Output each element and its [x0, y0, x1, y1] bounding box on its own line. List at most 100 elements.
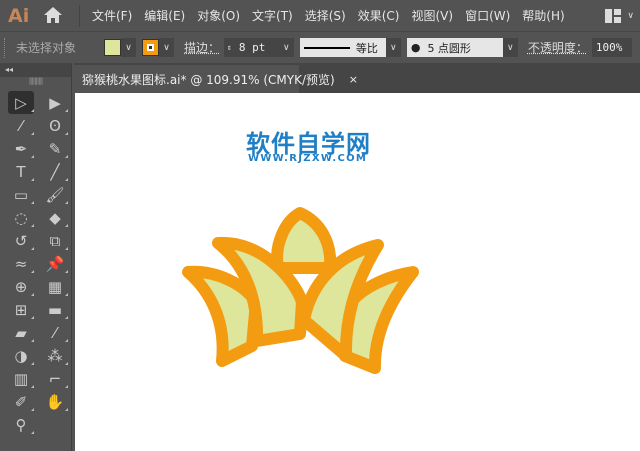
rectangle-icon: ▭: [13, 185, 29, 204]
magic-wand-tool[interactable]: ⁄: [8, 114, 34, 137]
warp-tool[interactable]: ≈: [8, 252, 34, 275]
hand-icon: ✋: [45, 392, 65, 411]
rectangle-tool[interactable]: ▭: [8, 183, 34, 206]
shaper-tool[interactable]: ◌: [8, 206, 34, 229]
brush-label: 5 点圆形: [427, 41, 471, 55]
eyedropper-tool[interactable]: ⁄: [42, 321, 68, 344]
pen-tool[interactable]: ✒: [8, 137, 34, 160]
direct-selection-tool[interactable]: ▶: [42, 91, 68, 114]
zoom-tool[interactable]: ⚲: [8, 413, 34, 436]
chevron-down-icon: ∨: [627, 10, 634, 21]
scale-icon: ⧉: [49, 231, 61, 250]
profile-dropdown[interactable]: ∨: [385, 38, 401, 57]
menu-select[interactable]: 选择(S): [305, 7, 346, 24]
opacity-label[interactable]: 不透明度：: [528, 39, 588, 56]
warp-icon: ≈: [14, 254, 28, 273]
menu-file[interactable]: 文件(F): [92, 7, 132, 24]
menu-bar: Ai 文件(F) 编辑(E) 对象(O) 文字(T) 选择(S) 效果(C) 视…: [0, 0, 640, 31]
slice-tool[interactable]: ✐: [8, 390, 34, 413]
graph-icon: ▥: [13, 369, 29, 388]
lasso-icon: ʘ: [49, 116, 61, 135]
menu-type[interactable]: 文字(T): [252, 7, 293, 24]
stroke-stepper[interactable]: ⇕: [224, 38, 235, 57]
line-icon: ╱: [50, 162, 60, 181]
rotate-icon: ↺: [14, 231, 28, 250]
slice-icon: ✐: [14, 392, 28, 411]
document-title: 猕猴桃水果图标.ai* @ 109.91% (CMYK/预览): [82, 72, 335, 87]
brush-definition[interactable]: ● 5 点圆形: [406, 38, 503, 57]
curvature-icon: ✎: [48, 139, 62, 158]
selection-status: 未选择对象: [16, 41, 77, 55]
stroke-label[interactable]: 描边：: [184, 39, 220, 56]
gradient-tool[interactable]: ▬: [42, 298, 68, 321]
symbol-sprayer-icon: ⁂: [47, 346, 63, 365]
stroke-swatch[interactable]: [142, 39, 159, 56]
shaper-icon: ◌: [14, 208, 28, 227]
layout-grid-icon: [605, 8, 622, 23]
artboard-tool[interactable]: ⌐: [42, 367, 68, 390]
perspective-grid-icon: ▦: [47, 277, 63, 296]
mesh-tool[interactable]: ⊞: [8, 298, 34, 321]
divider: [79, 4, 80, 27]
paintbrush-icon: 🖌: [45, 185, 65, 204]
eyedropper-icon: ⁄: [53, 323, 57, 342]
eraser-tool[interactable]: ◆: [42, 206, 68, 229]
rotate-tool[interactable]: ↺: [8, 229, 34, 252]
type-tool[interactable]: T: [8, 160, 34, 183]
workspace-switcher[interactable]: ∨: [605, 8, 634, 23]
variable-width-profile[interactable]: 等比: [299, 38, 386, 57]
mesh-icon: ⊞: [14, 300, 28, 319]
selection-icon: ▷: [15, 93, 27, 112]
document-tab[interactable]: 猕猴桃水果图标.ai* @ 109.91% (CMYK/预览) ×: [74, 65, 358, 93]
shape-builder-tool[interactable]: ⊕: [8, 275, 34, 298]
menu-view[interactable]: 视图(V): [411, 7, 453, 24]
puppet-warp-icon: 📌: [45, 254, 65, 273]
paintbrush-tool[interactable]: 🖌: [42, 183, 68, 206]
type-icon: T: [16, 162, 26, 181]
stroke-weight-dropdown[interactable]: ∨: [278, 38, 294, 57]
watermark-url: WWW.RJZXW.COM: [248, 153, 368, 164]
panel-grip[interactable]: ||||||||||: [0, 77, 71, 87]
perspective-grid-tool[interactable]: ▦: [42, 275, 68, 298]
stroke-weight-input[interactable]: 8 pt: [234, 38, 279, 57]
grip-handle[interactable]: [4, 37, 8, 58]
lasso-tool[interactable]: ʘ: [42, 114, 68, 137]
menu-window[interactable]: 窗口(W): [465, 7, 510, 24]
profile-label: 等比: [355, 41, 378, 55]
home-icon[interactable]: [43, 6, 65, 26]
pen-icon: ✒: [14, 139, 28, 158]
selection-tool[interactable]: ▷: [8, 91, 34, 114]
menu-help[interactable]: 帮助(H): [522, 7, 564, 24]
opacity-input[interactable]: 100%: [591, 38, 632, 57]
zoom-icon: ⚲: [15, 415, 27, 434]
document-tab-bar: 猕猴桃水果图标.ai* @ 109.91% (CMYK/预览) ×: [74, 63, 640, 93]
app-logo: Ai: [8, 4, 30, 27]
fill-swatch[interactable]: [104, 39, 121, 56]
artboard-icon: ⌐: [48, 369, 62, 388]
menu-effect[interactable]: 效果(C): [358, 7, 400, 24]
scale-tool[interactable]: ⧉: [42, 229, 68, 252]
symbol-sprayer-tool[interactable]: ⁂: [42, 344, 68, 367]
menu-object[interactable]: 对象(O): [197, 7, 240, 24]
blend-tool[interactable]: ◑: [8, 344, 34, 367]
line-tool[interactable]: ╱: [42, 160, 68, 183]
measure-tool[interactable]: ▰: [8, 321, 34, 344]
shape-builder-icon: ⊕: [14, 277, 28, 296]
magic-wand-icon: ⁄: [19, 116, 23, 135]
stroke-dropdown[interactable]: ∨: [159, 38, 174, 57]
graph-tool[interactable]: ▥: [8, 367, 34, 390]
menu-edit[interactable]: 编辑(E): [144, 7, 185, 24]
gradient-icon: ▬: [47, 300, 63, 319]
eraser-icon: ◆: [49, 208, 61, 227]
tools-panel: ◂◂ |||||||||| ▷ ▶ ⁄ ʘ ✒ ✎ T ╱ ▭ 🖌 ◌ ◆ ↺ ⧉ ≈ 📌 ⊕ ▦ ⊞ ▬ ▰ ⁄ ◑ ⁂ ▥ ⌐…: [0, 63, 72, 451]
measure-icon: ▰: [15, 323, 27, 342]
direct-selection-icon: ▶: [49, 93, 61, 112]
fill-dropdown[interactable]: ∨: [121, 38, 136, 57]
brush-dropdown[interactable]: ∨: [502, 38, 518, 57]
curvature-tool[interactable]: ✎: [42, 137, 68, 160]
puppet-warp-tool[interactable]: 📌: [42, 252, 68, 275]
blend-icon: ◑: [14, 346, 28, 365]
close-tab-button[interactable]: ×: [349, 73, 358, 86]
collapse-panel-button[interactable]: ◂◂: [0, 63, 71, 77]
hand-tool[interactable]: ✋: [42, 390, 68, 413]
